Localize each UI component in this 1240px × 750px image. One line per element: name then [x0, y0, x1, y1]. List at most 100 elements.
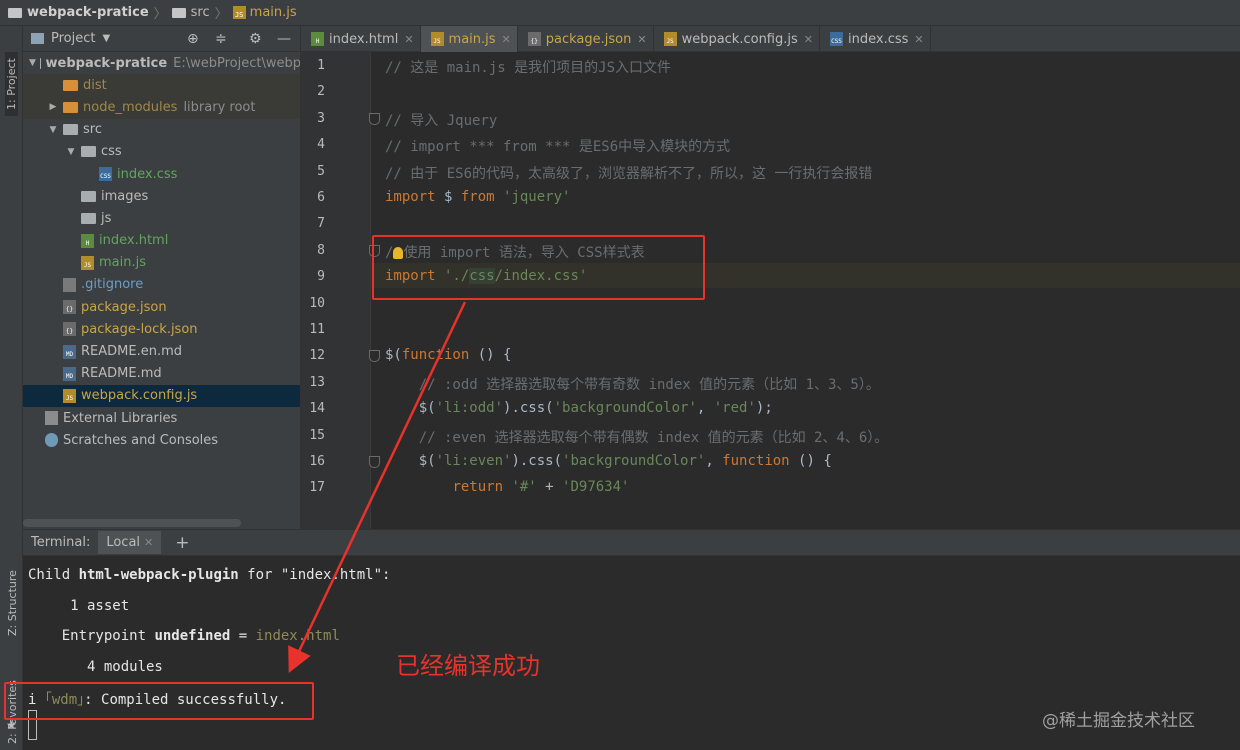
lib-file-icon: [45, 411, 58, 426]
tree-item-label: External Libraries: [63, 410, 178, 426]
fold-marker-icon[interactable]: [369, 456, 380, 468]
code-token: ,: [696, 400, 714, 417]
tree-item[interactable]: JS main.js: [23, 252, 300, 274]
code-token: ).css(: [511, 453, 563, 469]
js-file-icon: JS: [63, 388, 76, 403]
close-icon[interactable]: ✕: [804, 33, 813, 46]
tree-item[interactable]: {} package.json: [23, 296, 300, 318]
code-token: function: [401, 347, 470, 364]
code-line: // 这是 main.js 是我们项目的JS入口文件: [385, 57, 671, 77]
project-view-selector[interactable]: Project: [51, 31, 95, 46]
code-line: $('li:even').css('backgroundColor', func…: [385, 453, 832, 469]
horizontal-scrollbar[interactable]: [23, 519, 241, 527]
tab-index-html[interactable]: Hindex.html ✕: [301, 26, 421, 52]
breadcrumb-file[interactable]: JS main.js: [232, 5, 297, 20]
line-number: 4: [317, 137, 325, 153]
code-token: // import *** from *** 是ES6中导入模块的方式: [385, 139, 731, 156]
collapsed-arrow-icon[interactable]: ▶: [47, 102, 59, 112]
folder-icon: [63, 124, 78, 136]
locate-icon[interactable]: ⊕: [187, 31, 199, 47]
tree-item[interactable]: dist: [23, 74, 300, 97]
tree-item[interactable]: MD README.en.md: [23, 340, 300, 362]
tree-item[interactable]: JS webpack.config.js: [23, 384, 300, 407]
code-line: import $ from 'jquery': [385, 189, 570, 205]
collapse-all-icon[interactable]: ≑: [215, 31, 227, 47]
git-file-icon: [63, 277, 76, 292]
tree-item[interactable]: ▶ node_modules library root: [23, 96, 300, 119]
tree-item[interactable]: Hindex.html: [23, 230, 300, 252]
tab-webpack-config-js[interactable]: JS webpack.config.js ✕: [654, 26, 820, 52]
tree-item[interactable]: MD README.md: [23, 363, 300, 385]
tab-label: index.css: [848, 31, 909, 47]
close-icon[interactable]: ✕: [914, 33, 923, 46]
tree-item[interactable]: js: [23, 207, 300, 229]
new-terminal-button[interactable]: +: [175, 533, 189, 553]
tab-index-css[interactable]: CSS index.css ✕: [820, 26, 931, 52]
code-token: 'li:even': [435, 453, 512, 469]
code-token: ).css(: [503, 400, 554, 417]
expanded-arrow-icon[interactable]: ▼: [29, 58, 36, 68]
structure-tool-button[interactable]: Z: Structure: [6, 570, 19, 636]
md-file-icon: MD: [63, 366, 76, 381]
tree-item[interactable]: ▼ webpack-pratice E:\webProject\webp: [23, 52, 301, 74]
js-file-icon: JS: [430, 32, 444, 46]
breadcrumb-folder[interactable]: src: [171, 5, 210, 20]
breadcrumb-separator: 〉: [153, 7, 167, 22]
fold-marker-icon[interactable]: [369, 112, 380, 125]
gear-icon[interactable]: ⚙: [249, 31, 262, 47]
line-number: 6: [317, 190, 325, 205]
star-icon[interactable]: ★: [6, 718, 17, 732]
tree-item[interactable]: External Libraries: [23, 407, 300, 429]
close-icon[interactable]: ✕: [144, 536, 153, 549]
tree-item[interactable]: CSS index.css: [23, 163, 300, 185]
close-icon[interactable]: ✕: [637, 33, 646, 46]
close-icon[interactable]: ✕: [502, 33, 511, 46]
hide-panel-icon[interactable]: —: [277, 31, 291, 47]
tree-item[interactable]: Scratches and Consoles: [23, 429, 300, 451]
js-file-icon: JS: [81, 255, 94, 270]
terminal-tab-local[interactable]: Local ✕: [98, 531, 162, 554]
tree-item[interactable]: ▼ src: [23, 119, 300, 141]
project-view-icon: [31, 33, 44, 44]
tab-package-json[interactable]: {} package.json ✕: [518, 26, 654, 52]
css-file-icon: CSS: [99, 167, 112, 182]
terminal-line: 1 asset: [28, 598, 129, 614]
annotation-text: 已经编译成功: [396, 652, 540, 680]
tab-main-js[interactable]: JS main.js ✕: [420, 26, 518, 52]
terminal-token: =: [230, 628, 256, 644]
tree-item-label: node_modules: [83, 99, 178, 115]
tree-item-label: README.en.md: [81, 344, 182, 360]
tree-item-label: webpack.config.js: [81, 388, 198, 404]
chevron-down-icon[interactable]: ▼: [102, 33, 110, 44]
project-tool-button[interactable]: 1: Project: [5, 52, 18, 116]
tree-item[interactable]: {} package-lock.json: [23, 318, 300, 340]
code-token: $(: [385, 453, 436, 469]
line-number: 9: [317, 269, 325, 285]
terminal-token: 1 asset: [28, 597, 130, 614]
close-icon[interactable]: ✕: [404, 33, 413, 46]
code-token: 'red': [713, 400, 756, 417]
terminal-line: Entrypoint undefined = index.html: [28, 628, 340, 644]
watermark: @稀土掘金技术社区: [1042, 711, 1195, 731]
terminal-token: html-webpack-plugin: [78, 567, 239, 583]
fold-marker-icon[interactable]: [369, 350, 380, 363]
terminal-token: Child: [28, 567, 79, 583]
terminal-token: 4 modules: [28, 658, 163, 675]
code-token: () {: [789, 453, 832, 469]
tree-item[interactable]: images: [23, 185, 300, 207]
code-token: '#': [503, 479, 537, 496]
code-line: // :even 选择器选取每个带有偶数 index 值的元素（比如 2、4、6…: [385, 427, 889, 447]
line-number: 11: [309, 322, 325, 337]
expanded-arrow-icon[interactable]: ▼: [47, 125, 59, 135]
terminal-token: for "index.html":: [238, 567, 391, 583]
tree-item[interactable]: .gitignore: [23, 274, 300, 296]
terminal-token: Entrypoint: [28, 628, 155, 644]
breadcrumb-project[interactable]: webpack-pratice: [8, 5, 149, 20]
expanded-arrow-icon[interactable]: ▼: [65, 147, 77, 157]
line-number: 1: [317, 58, 325, 73]
tree-item-label: images: [101, 188, 149, 204]
tree-item-label: js: [101, 210, 112, 226]
tree-item-extra: E:\webProject\webp: [173, 55, 301, 71]
tree-item-extra: library root: [183, 99, 256, 115]
tree-item[interactable]: ▼ css: [23, 141, 300, 163]
